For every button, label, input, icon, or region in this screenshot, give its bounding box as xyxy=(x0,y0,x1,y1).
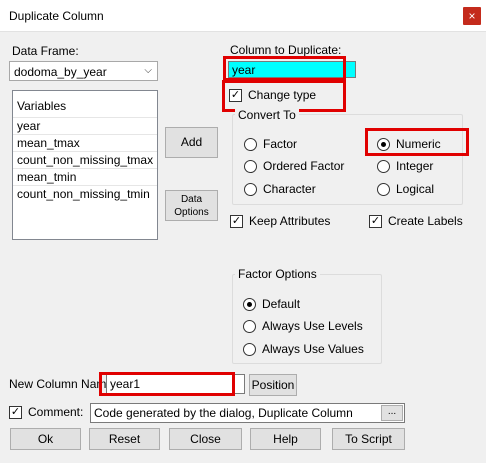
close-icon[interactable]: × xyxy=(463,7,481,25)
position-button[interactable]: Position xyxy=(249,374,297,396)
numeric-highlight-box xyxy=(365,128,469,156)
help-button[interactable]: Help xyxy=(250,428,321,450)
radio-always-use-levels[interactable]: Always Use Levels xyxy=(243,319,363,333)
radio-character[interactable]: Character xyxy=(244,182,316,196)
column-highlight-box xyxy=(223,56,346,81)
add-button[interactable]: Add xyxy=(165,127,218,158)
title-bar: Duplicate Column × xyxy=(0,0,486,32)
variables-header: Variables xyxy=(17,99,67,113)
radio-integer[interactable]: Integer xyxy=(377,159,433,173)
radio-label: Factor xyxy=(263,137,298,151)
radio-label: Always Use Values xyxy=(262,342,364,356)
radio-icon xyxy=(243,319,256,333)
create-labels-label: Create Labels xyxy=(388,214,463,228)
variables-list[interactable]: Variables year mean_tmax count_non_missi… xyxy=(12,90,158,240)
keep-attributes-label: Keep Attributes xyxy=(249,214,331,228)
radio-default[interactable]: Default xyxy=(243,297,300,311)
radio-icon xyxy=(244,182,257,196)
close-button[interactable]: Close xyxy=(169,428,242,450)
chevron-down-icon: ⌵ xyxy=(144,65,152,76)
list-item[interactable]: count_non_missing_tmin xyxy=(13,185,157,202)
new-column-highlight-box xyxy=(99,372,235,396)
data-options-button[interactable]: Data Options xyxy=(165,190,218,221)
list-item[interactable]: year xyxy=(13,117,157,134)
radio-icon xyxy=(243,342,256,356)
data-options-line2: Options xyxy=(174,207,209,218)
radio-label: Logical xyxy=(396,182,435,196)
radio-label: Default xyxy=(262,297,301,311)
radio-icon xyxy=(377,182,390,196)
radio-label: Always Use Levels xyxy=(262,319,363,333)
column-to-duplicate-label: Column to Duplicate: xyxy=(230,43,342,57)
convert-to-title: Convert To xyxy=(235,108,299,122)
radio-logical[interactable]: Logical xyxy=(377,182,434,196)
radio-always-use-values[interactable]: Always Use Values xyxy=(243,342,364,356)
radio-label: Integer xyxy=(396,159,434,173)
create-labels-checkbox[interactable]: ✓ Create Labels xyxy=(369,214,463,228)
data-frame-label: Data Frame: xyxy=(12,44,79,58)
to-script-button[interactable]: To Script xyxy=(332,428,405,450)
radio-icon xyxy=(244,159,257,173)
list-item[interactable]: mean_tmin xyxy=(13,168,157,185)
radio-label: Ordered Factor xyxy=(263,159,345,173)
check-icon: ✓ xyxy=(230,214,243,228)
factor-options-title: Factor Options xyxy=(235,267,320,281)
comment-input[interactable]: Code generated by the dialog, Duplicate … xyxy=(90,403,405,423)
radio-ordered-factor[interactable]: Ordered Factor xyxy=(244,159,344,173)
radio-factor[interactable]: Factor xyxy=(244,137,297,151)
data-frame-select[interactable]: dodoma_by_year ⌵ xyxy=(9,61,158,81)
comment-label: Comment: xyxy=(28,405,84,419)
window-title: Duplicate Column xyxy=(9,9,104,23)
check-icon: ✓ xyxy=(9,405,22,419)
radio-selected-icon xyxy=(243,297,256,311)
keep-attributes-checkbox[interactable]: ✓ Keep Attributes xyxy=(230,214,330,228)
ok-button[interactable]: Ok xyxy=(10,428,81,450)
list-item[interactable]: mean_tmax xyxy=(13,134,157,151)
radio-label: Character xyxy=(263,182,316,196)
data-options-line1: Data xyxy=(180,194,203,205)
radio-icon xyxy=(244,137,257,151)
comment-checkbox[interactable]: ✓ Comment: xyxy=(9,405,83,419)
radio-icon xyxy=(377,159,390,173)
data-frame-value: dodoma_by_year xyxy=(14,65,107,79)
reset-button[interactable]: Reset xyxy=(89,428,160,450)
check-icon: ✓ xyxy=(369,214,382,228)
comment-more-button[interactable]: ... xyxy=(381,405,403,421)
list-item[interactable]: count_non_missing_tmax xyxy=(13,151,157,168)
